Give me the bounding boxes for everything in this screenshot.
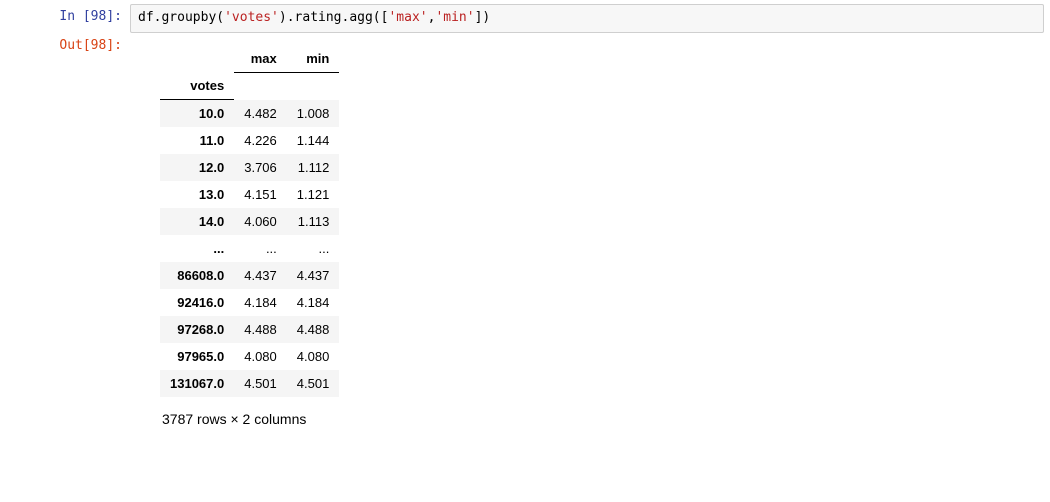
code-text: ]) (475, 10, 491, 25)
row-index: 97268.0 (160, 316, 234, 343)
cell-value: 4.151 (234, 181, 287, 208)
table-row: 13.0 4.151 1.121 (160, 181, 339, 208)
cell-value: 4.437 (234, 262, 287, 289)
code-input[interactable]: df.groupby('votes').rating.agg(['max','m… (130, 4, 1044, 33)
code-text: df.groupby( (138, 10, 224, 25)
table-row: 97268.0 4.488 4.488 (160, 316, 339, 343)
header-blank (287, 72, 340, 100)
row-index: 97965.0 (160, 343, 234, 370)
column-header-max: max (234, 45, 287, 73)
column-header-min: min (287, 45, 340, 73)
cell-value: 4.060 (234, 208, 287, 235)
cell-value: 4.080 (287, 343, 340, 370)
cell-value: 4.080 (234, 343, 287, 370)
output-cell: Out[98]: max min votes 10.0 4.482 (0, 33, 1050, 428)
row-index: 10.0 (160, 100, 234, 128)
cell-value: 1.008 (287, 100, 340, 128)
index-name: votes (160, 72, 234, 100)
row-index: 12.0 (160, 154, 234, 181)
table-row: 10.0 4.482 1.008 (160, 100, 339, 128)
cell-value: 1.121 (287, 181, 340, 208)
cell-value: ... (287, 235, 340, 262)
cell-value: 4.488 (234, 316, 287, 343)
code-text: ).rating.agg([ (279, 10, 389, 25)
header-blank (160, 45, 234, 73)
output-prompt: Out[98]: (0, 33, 130, 57)
cell-value: 3.706 (234, 154, 287, 181)
table-row: 97965.0 4.080 4.080 (160, 343, 339, 370)
cell-value: 4.437 (287, 262, 340, 289)
cell-value: 4.488 (287, 316, 340, 343)
dataframe-shape-text: 3787 rows × 2 columns (160, 397, 1050, 427)
code-string: 'votes' (224, 10, 279, 25)
header-blank (234, 72, 287, 100)
cell-value: 4.184 (287, 289, 340, 316)
table-row: 12.0 3.706 1.112 (160, 154, 339, 181)
cell-value: ... (234, 235, 287, 262)
row-index: 86608.0 (160, 262, 234, 289)
row-index: 13.0 (160, 181, 234, 208)
table-row: 92416.0 4.184 4.184 (160, 289, 339, 316)
table-row: 11.0 4.226 1.144 (160, 127, 339, 154)
row-index: 11.0 (160, 127, 234, 154)
cell-value: 4.184 (234, 289, 287, 316)
row-index: 92416.0 (160, 289, 234, 316)
code-string: 'max' (388, 10, 427, 25)
cell-value: 4.226 (234, 127, 287, 154)
table-row: ... ... ... (160, 235, 339, 262)
table-row: 86608.0 4.437 4.437 (160, 262, 339, 289)
cell-value: 4.501 (287, 370, 340, 397)
cell-value: 4.482 (234, 100, 287, 128)
cell-value: 1.112 (287, 154, 340, 181)
code-string: 'min' (435, 10, 474, 25)
table-row: 14.0 4.060 1.113 (160, 208, 339, 235)
table-row: 131067.0 4.501 4.501 (160, 370, 339, 397)
input-cell: In [98]: df.groupby('votes').rating.agg(… (0, 4, 1050, 33)
cell-value: 1.144 (287, 127, 340, 154)
cell-value: 1.113 (287, 208, 340, 235)
result-dataframe: max min votes 10.0 4.482 1.008 11.0 4.22 (160, 45, 339, 398)
row-index: 14.0 (160, 208, 234, 235)
row-index: 131067.0 (160, 370, 234, 397)
output-area: max min votes 10.0 4.482 1.008 11.0 4.22 (130, 33, 1050, 428)
cell-value: 4.501 (234, 370, 287, 397)
input-prompt: In [98]: (0, 4, 130, 28)
row-index: ... (160, 235, 234, 262)
